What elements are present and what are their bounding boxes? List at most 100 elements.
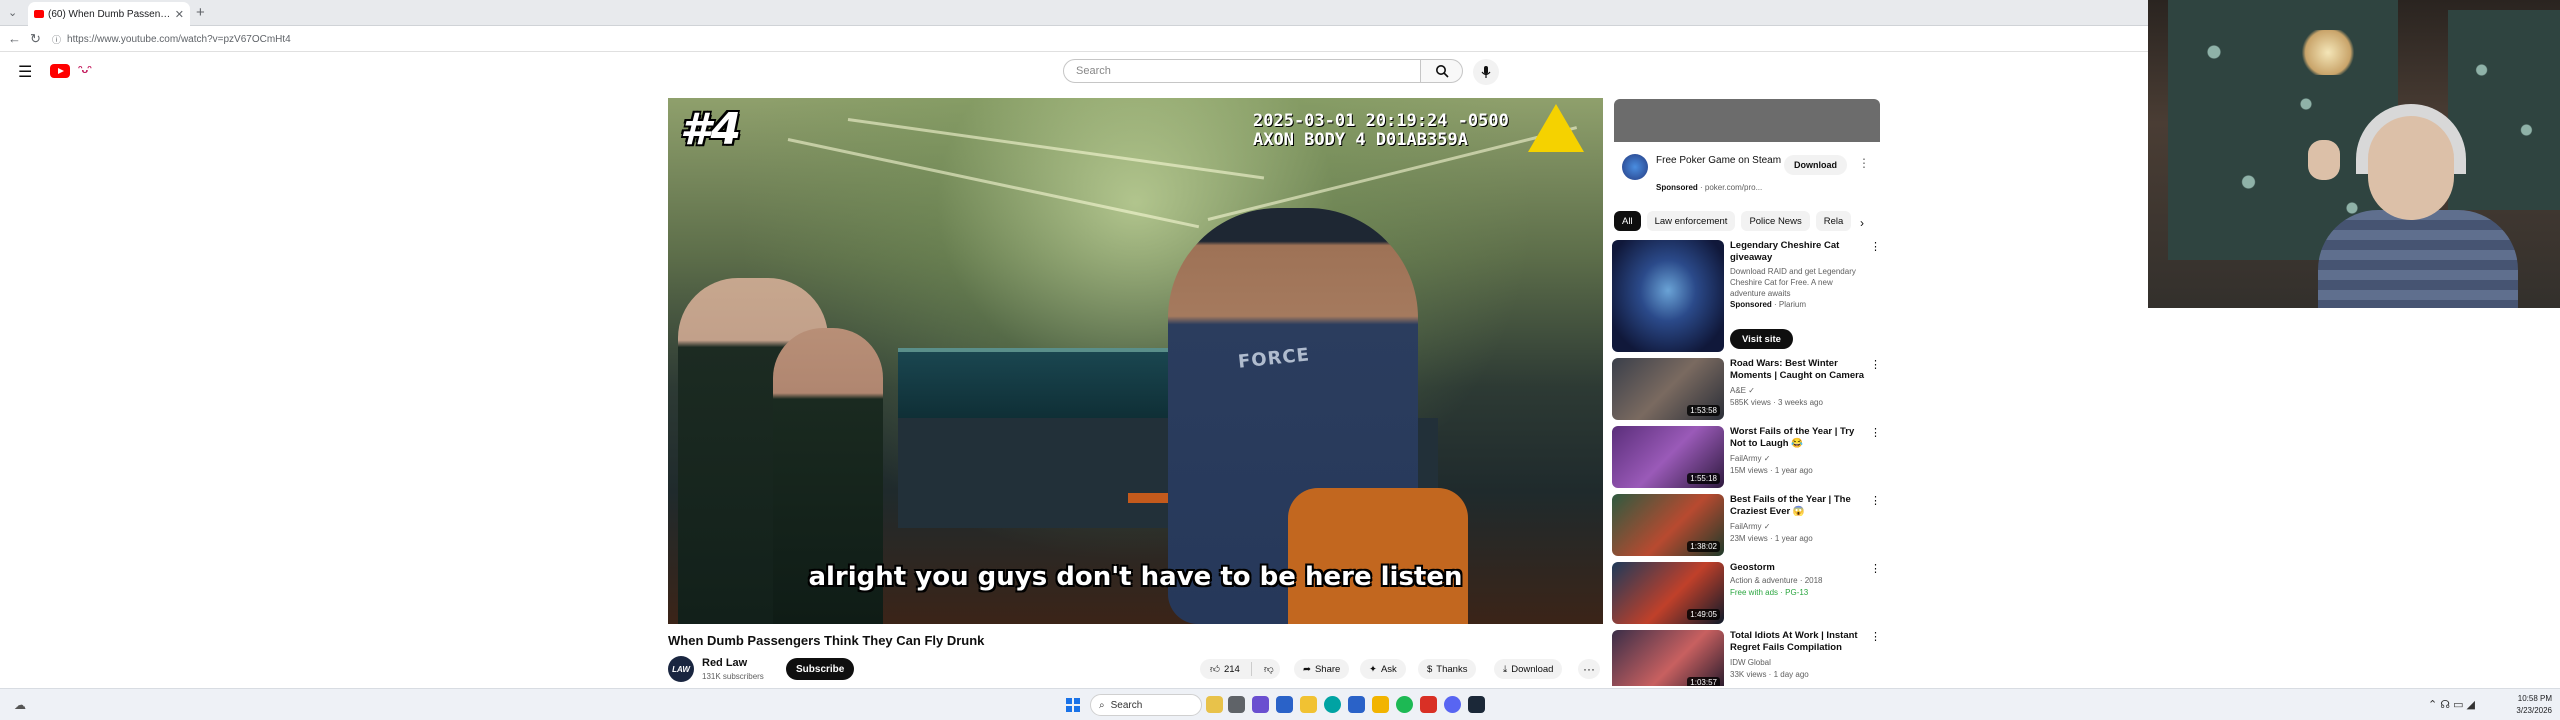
like-button[interactable]: 👍︎ 214 [1200,662,1252,676]
video-thumbnail[interactable]: 1:53:58 [1612,358,1724,420]
search-icon [1435,65,1449,78]
channel-name[interactable]: IDW Global [1730,658,1771,667]
ask-label: Ask [1380,663,1397,675]
search-icon: ⌕ [1099,699,1105,711]
video-title[interactable]: Best Fails of the Year | The Craziest Ev… [1730,494,1866,518]
taskbar-clock[interactable]: 10:58 PM 3/23/2026 [2496,693,2552,717]
channel-name[interactable]: FailArmy ✓ [1730,522,1770,531]
video-title[interactable]: Road Wars: Best Winter Moments | Caught … [1730,358,1866,382]
app-icon[interactable] [1228,696,1245,713]
chip-police-news[interactable]: Police News [1741,211,1810,231]
clock-time: 10:58 PM [2517,694,2552,703]
more-vert-icon[interactable]: ⋮ [1870,240,1881,253]
app-icon[interactable] [1252,696,1269,713]
dislike-button[interactable]: 👎︎ [1256,663,1274,675]
folder-icon[interactable] [1300,696,1317,713]
system-tray-icons[interactable]: ⌃ ☊ ▭ ◢ [2428,698,2475,711]
url-text: https://www.youtube.com/watch?v=pzV67OCm… [67,33,291,45]
video-title[interactable]: Worst Fails of the Year | Try Not to Lau… [1730,426,1866,450]
subscribe-button[interactable]: Subscribe [786,658,855,680]
ad-thumbnail[interactable] [1612,240,1724,352]
thanks-button[interactable]: $ Thanks [1418,659,1477,679]
video-title[interactable]: Geostorm [1730,562,1866,574]
more-vert-icon[interactable]: ⋮ [1870,426,1881,439]
weather-icon[interactable]: ☁ [14,698,26,712]
more-vert-icon[interactable]: ⋮ [1870,630,1881,643]
app-icon[interactable] [1348,696,1365,713]
browser-tab-bar: ⌄ (60) When Dumb Passengers ✕ + [0,0,2148,26]
list-item[interactable]: 1:49:05 Geostorm Action & adventure · 20… [1612,562,1882,626]
more-actions-button[interactable]: ··· [1578,659,1600,679]
share-label: Share [1314,663,1341,675]
taskbar-search-label: Search [1110,699,1143,711]
search-button[interactable] [1421,59,1463,83]
ad-download-button[interactable]: Download [1784,155,1847,175]
duration-badge: 1:49:05 [1687,609,1720,620]
more-vert-icon[interactable]: ⋮ [1858,156,1870,170]
file-explorer-icon[interactable] [1206,696,1223,713]
tab-close-icon[interactable]: ✕ [175,8,184,21]
ad-sponsored-line: Sponsored · poker.com/pro... [1656,183,1763,192]
thumbs-up-icon: 👍︎ [1210,664,1220,675]
youtube-doodle-logo[interactable]: ᵔᴗᵔ [78,64,108,78]
rec-ad-title[interactable]: Legendary Cheshire Cat giveaway [1730,240,1866,264]
spotify-icon[interactable] [1396,696,1413,713]
more-vert-icon[interactable]: ⋮ [1870,358,1881,371]
video-thumbnail[interactable]: 1:49:05 [1612,562,1724,624]
like-dislike-pill: 👍︎ 214 👎︎ [1200,659,1280,679]
steam-icon[interactable] [1468,696,1485,713]
back-arrow-icon[interactable]: ← [8,31,21,46]
channel-name[interactable]: FailArmy ✓ [1730,454,1770,463]
sponsor-domain: poker.com/pro... [1704,183,1763,192]
visit-site-button[interactable]: Visit site [1730,329,1793,349]
list-item[interactable]: 1:03:57 Total Idiots At Work | Instant R… [1612,630,1882,686]
thumbs-down-icon: 👎︎ [1264,664,1274,675]
reload-icon[interactable]: ↻ [30,31,41,47]
url-field[interactable]: ⓘ https://www.youtube.com/watch?v=pzV67O… [52,30,2132,48]
video-thumbnail[interactable]: 1:03:57 [1612,630,1724,686]
more-vert-icon[interactable]: ⋮ [1870,562,1881,575]
youtube-logo-icon[interactable] [50,64,70,78]
list-item[interactable]: 1:53:58 Road Wars: Best Winter Moments |… [1612,358,1882,422]
chip-all[interactable]: All [1614,211,1641,231]
channel-name[interactable]: Red Law [702,657,747,669]
browser-tab-active[interactable]: (60) When Dumb Passengers ✕ [28,2,190,26]
taskbar-search[interactable]: ⌕ Search [1090,694,1202,716]
edge-icon[interactable] [1324,696,1341,713]
channel-avatar[interactable]: LAW [668,656,694,682]
download-button[interactable]: ⤓ Download [1494,659,1563,679]
windows-start-icon[interactable] [1066,698,1080,712]
voice-search-button[interactable] [1473,59,1499,85]
app-icon[interactable] [1420,696,1437,713]
ad-banner-image[interactable] [1614,99,1880,142]
channel-name[interactable]: A&E ✓ [1730,386,1755,395]
share-button[interactable]: ➦ Share [1294,659,1350,679]
video-thumbnail[interactable]: 1:38:02 [1612,494,1724,556]
bodycam-timestamp: 2025-03-01 20:19:24 -0500 AXON BODY 4 D0… [1253,111,1509,150]
chevron-right-icon[interactable]: › [1860,216,1864,230]
chip-law-enforcement[interactable]: Law enforcement [1646,211,1736,231]
streamer-hand [2308,140,2340,180]
list-item[interactable]: 1:38:02 Best Fails of the Year | The Cra… [1612,494,1882,558]
chip-related[interactable]: Rela [1815,211,1852,231]
more-vert-icon[interactable]: ⋮ [1870,494,1881,507]
video-player[interactable]: FORCE #4 2025-03-01 20:19:24 -0500 AXON … [668,98,1603,624]
menu-hamburger-icon[interactable]: ☰ [18,62,32,82]
video-title: When Dumb Passengers Think They Can Fly … [668,633,985,648]
like-count: 214 [1223,663,1240,675]
video-thumbnail[interactable]: 1:55:18 [1612,426,1724,488]
site-info-icon[interactable]: ⓘ [52,33,61,46]
app-icon[interactable] [1276,696,1293,713]
new-tab-button[interactable]: + [196,4,205,21]
share-icon: ➦ [1303,663,1311,675]
ad-title[interactable]: Free Poker Game on Steam [1656,154,1786,167]
search-input[interactable]: Search [1063,59,1421,83]
video-title[interactable]: Total Idiots At Work | Instant Regret Fa… [1730,630,1866,654]
app-icon[interactable] [1372,696,1389,713]
list-item[interactable]: 1:55:18 Worst Fails of the Year | Try No… [1612,426,1882,490]
duration-badge: 1:38:02 [1687,541,1720,552]
ask-button[interactable]: ✦ Ask [1360,659,1406,679]
sponsored-label: Sponsored [1656,183,1698,192]
discord-icon[interactable] [1444,696,1461,713]
tab-list-chevron-icon[interactable]: ⌄ [8,6,17,19]
